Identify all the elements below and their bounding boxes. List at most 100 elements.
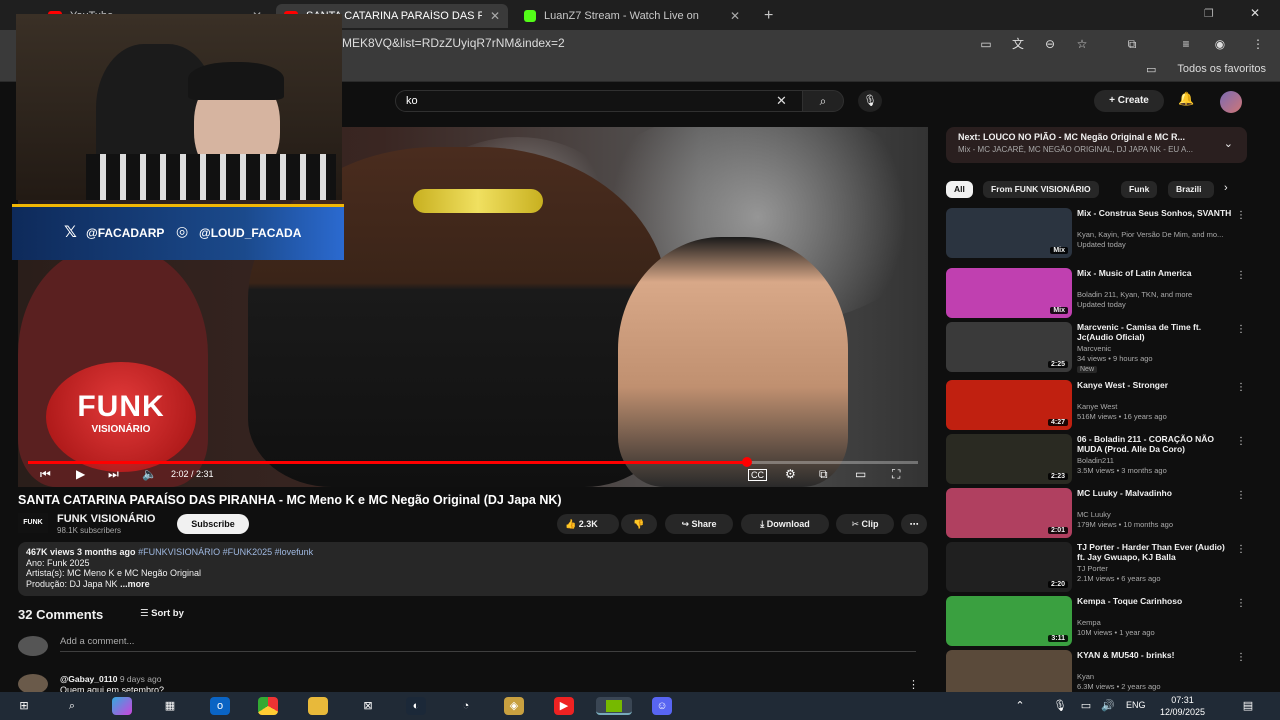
language-indicator[interactable]: ENG	[1126, 700, 1146, 710]
nvidia-icon[interactable]	[596, 697, 632, 715]
recommended-channel[interactable]: Kempa	[1077, 618, 1247, 627]
settings-gear-icon[interactable]: ⚙	[785, 467, 796, 481]
video-thumbnail[interactable]: Mix	[946, 268, 1072, 318]
speedometer-icon[interactable]: ◔	[456, 697, 476, 715]
recommended-title[interactable]: Marcvenic - Camisa de Time ft. Jc(Audio …	[1077, 322, 1235, 342]
more-icon[interactable]: ⋮	[1236, 544, 1246, 555]
more-icon[interactable]: ⋮	[1236, 490, 1246, 501]
network-icon[interactable]: ▭	[1076, 697, 1096, 715]
profile-icon[interactable]: ◉	[1212, 36, 1228, 52]
more-icon[interactable]: ⋮	[1236, 598, 1246, 609]
video-thumbnail[interactable]: Mix	[946, 208, 1072, 258]
show-more-link[interactable]: ...more	[120, 579, 150, 589]
bell-icon[interactable]: 🔔	[1178, 91, 1194, 107]
recommended-video[interactable]: 4:27 Kanye West - Stronger Kanye West 516M …	[946, 380, 1246, 432]
hashtags[interactable]: #FUNKVISIONÁRIO #FUNK2025 #lovefunk	[138, 547, 313, 557]
comment-author[interactable]: @Gabay_0110 9 days ago	[60, 674, 161, 684]
recommended-title[interactable]: Mix - Music of Latin America	[1077, 268, 1235, 278]
recommended-channel[interactable]: TJ Porter	[1077, 564, 1247, 573]
video-thumbnail[interactable]: 2:23	[946, 434, 1072, 484]
more-icon[interactable]: ⋮	[1236, 324, 1246, 335]
more-icon[interactable]: ⋮	[1236, 270, 1246, 281]
video-thumbnail[interactable]: 2:25	[946, 322, 1072, 372]
system-clock[interactable]: 07:31 12/09/2025	[1160, 694, 1205, 718]
chip-all[interactable]: All	[946, 181, 973, 198]
recommended-channel[interactable]: Marcvenic	[1077, 344, 1247, 353]
new-tab-button[interactable]: +	[756, 4, 780, 28]
clear-search-icon[interactable]: ✕	[776, 93, 787, 109]
chevron-right-icon[interactable]: ›	[1224, 182, 1228, 194]
recommended-video[interactable]: 2:20 TJ Porter - Harder Than Ever (Audio)…	[946, 542, 1246, 594]
clip-button[interactable]: ✂ Clip	[836, 514, 894, 534]
voice-search-button[interactable]: 🎙	[858, 90, 882, 112]
chip-funk[interactable]: Funk	[1121, 181, 1158, 198]
zoom-icon[interactable]: ⊖	[1042, 36, 1058, 52]
more-icon[interactable]: ⋮	[1236, 436, 1246, 447]
more-icon[interactable]: ⋮	[1236, 652, 1246, 663]
outlook-icon[interactable]: o	[210, 697, 230, 715]
previous-icon[interactable]: ⏮	[40, 467, 51, 482]
like-button[interactable]: 👍 2.3K	[557, 514, 619, 534]
mic-icon[interactable]: 🎙	[1050, 697, 1070, 715]
more-icon[interactable]: ⋮	[1236, 210, 1246, 221]
comment-username[interactable]: @Gabay_0110	[60, 674, 117, 684]
theater-icon[interactable]: ▭	[855, 467, 866, 481]
notifications-icon[interactable]: ▤	[1238, 697, 1258, 715]
windows-start-icon[interactable]: ⊞	[14, 697, 34, 715]
comment-avatar[interactable]	[18, 674, 48, 694]
recommended-title[interactable]: Mix - Construa Seus Sonhos, SVANTH	[1077, 208, 1235, 218]
play-icon[interactable]: ▶	[76, 467, 85, 481]
file-explorer-icon[interactable]	[308, 697, 328, 715]
media-icon[interactable]: ≡	[1178, 36, 1194, 52]
sort-by-button[interactable]: ☰ Sort by	[140, 608, 184, 619]
chrome-icon[interactable]	[258, 697, 278, 715]
video-thumbnail[interactable]: 2:20	[946, 542, 1072, 592]
youtube-icon[interactable]: ▶	[554, 697, 574, 715]
video-thumbnail[interactable]: 4:27	[946, 380, 1072, 430]
up-next-banner[interactable]: Next: LOUCO NO PIÃO - MC Negão Original …	[946, 127, 1247, 163]
recommended-video[interactable]: 2:25 Marcvenic - Camisa de Time ft. Jc(Au…	[946, 322, 1246, 374]
game-launcher-icon[interactable]: ◈	[504, 697, 524, 715]
recommended-video[interactable]: Mix Mix - Music of Latin America Boladin 2…	[946, 268, 1246, 320]
volume-icon[interactable]: 🔊	[1098, 697, 1118, 715]
menu-icon[interactable]: ⋮	[1250, 36, 1266, 52]
more-actions-button[interactable]: ⋯	[901, 514, 927, 534]
fullscreen-icon[interactable]: ⛶	[892, 467, 900, 482]
miniplayer-icon[interactable]: ⧉	[819, 467, 828, 482]
tab-kick-stream[interactable]: LuanZ7 Stream - Watch Live on ✕	[516, 4, 748, 28]
video-thumbnail[interactable]: 3:11	[946, 596, 1072, 646]
restore-icon[interactable]: ❐	[1204, 7, 1214, 20]
xbox-icon[interactable]: ⊠	[358, 697, 378, 715]
recommended-video[interactable]: Mix Mix - Construa Seus Sonhos, SVANTH Kya…	[946, 208, 1246, 260]
chip-brazilian[interactable]: Brazili	[1168, 181, 1214, 198]
recommended-channel[interactable]: Boladin 211, Kyan, TKN, and more	[1077, 290, 1247, 299]
subscribe-button[interactable]: Subscribe	[177, 514, 249, 534]
recommended-title[interactable]: 06 - Boladin 211 - CORAÇÃO NÃO MUDA (Pro…	[1077, 434, 1235, 454]
description-box[interactable]: 467K views 3 months ago #FUNKVISIONÁRIO …	[18, 542, 928, 596]
recommended-title[interactable]: Kempa - Toque Carinhoso	[1077, 596, 1235, 606]
extensions-icon[interactable]: ⧉	[1124, 36, 1140, 52]
more-icon[interactable]: ⋮	[1236, 382, 1246, 393]
recommended-title[interactable]: Kanye West - Stronger	[1077, 380, 1235, 390]
channel-name[interactable]: FUNK VISIONÁRIO	[57, 513, 155, 525]
dislike-button[interactable]: 👎	[621, 514, 657, 534]
translate-icon[interactable]: 文	[1010, 36, 1026, 52]
recommended-video[interactable]: 3:11 Kempa - Toque Carinhoso Kempa 10M view…	[946, 596, 1246, 648]
calculator-icon[interactable]: ▦	[160, 697, 180, 715]
steam-icon[interactable]: ◐	[406, 697, 426, 715]
recommended-video[interactable]: 2:23 06 - Boladin 211 - CORAÇÃO NÃO MUDA …	[946, 434, 1246, 486]
close-icon[interactable]: ✕	[730, 9, 740, 23]
recommended-video[interactable]: 2:01 MC Luuky - Malvadinho MC Luuky 179M vi…	[946, 488, 1246, 540]
copilot-icon[interactable]	[112, 697, 132, 715]
chip-from-channel[interactable]: From FUNK VISIONÁRIO	[983, 181, 1099, 198]
recommended-title[interactable]: KYAN & MU540 - brinks!	[1077, 650, 1235, 660]
create-button[interactable]: + Create	[1094, 90, 1164, 112]
star-icon[interactable]: ☆	[1074, 36, 1090, 52]
captions-icon[interactable]: CC	[748, 469, 767, 481]
next-icon[interactable]: ⏭	[108, 467, 119, 482]
close-icon[interactable]: ✕	[490, 9, 500, 23]
comment-menu-icon[interactable]: ⋮	[908, 678, 919, 691]
recommended-channel[interactable]: Kyan	[1077, 672, 1247, 681]
recommended-channel[interactable]: Kyan, Kayin, Pior Versão De Mim, and mo.…	[1077, 230, 1247, 239]
recommended-title[interactable]: TJ Porter - Harder Than Ever (Audio) ft.…	[1077, 542, 1235, 562]
